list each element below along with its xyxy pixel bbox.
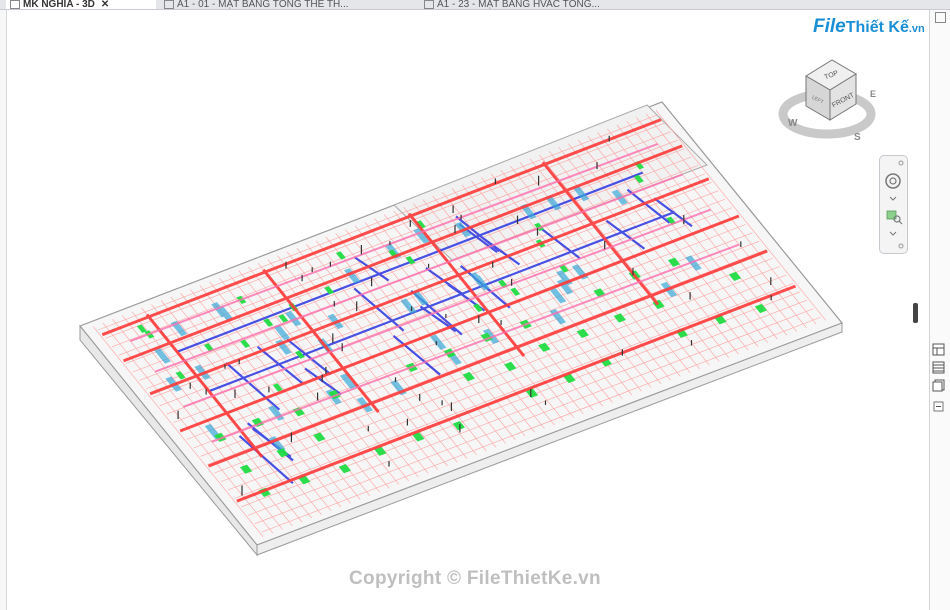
navigation-bar <box>879 155 908 254</box>
tab-label: A1 - 01 - MẶT BẰNG TỔNG THỂ TH... <box>177 0 349 9</box>
right-side-panel <box>929 10 950 610</box>
navbar-handle-icon <box>898 243 904 249</box>
view-tab-bar: MK NGHIA - 3D ✕ A1 - 01 - MẶT BẰNG TỔNG T… <box>0 0 950 10</box>
viewcube[interactable]: TOP FRONT LEFT W S E <box>772 52 887 147</box>
sheet-icon <box>164 0 174 9</box>
chevron-down-icon[interactable] <box>889 196 897 201</box>
3d-view-icon <box>10 0 20 9</box>
collapse-icon[interactable] <box>932 400 945 413</box>
chevron-down-icon[interactable] <box>889 231 897 236</box>
close-icon[interactable]: ✕ <box>101 0 109 9</box>
steering-wheel-icon[interactable] <box>885 173 901 189</box>
panel-toggle-icon[interactable] <box>935 12 946 23</box>
vertical-scroll-thumb[interactable] <box>913 303 918 323</box>
compass-e-label: E <box>870 89 876 99</box>
schedule-icon[interactable] <box>932 361 945 374</box>
tab-sheet-a1-01[interactable]: A1 - 01 - MẶT BẰNG TỔNG THỂ TH... <box>160 0 415 9</box>
tab-label: A1 - 23 - MẶT BẰNG HVAC TỔNG... <box>437 0 600 9</box>
left-panel-edge <box>0 10 7 610</box>
navbar-handle-icon <box>898 160 904 166</box>
compass-w-label: W <box>788 118 798 129</box>
zoom-region-icon[interactable] <box>886 210 903 225</box>
watermark-logo: FileThiết Kế.vn <box>813 16 925 37</box>
copyright-watermark: Copyright © FileThietKe.vn <box>349 568 601 589</box>
sheet-icon <box>424 0 434 9</box>
properties-icon[interactable] <box>932 343 945 356</box>
compass-s-label: S <box>854 132 861 143</box>
tab-label: MK NGHIA - 3D <box>23 0 95 9</box>
sheets-icon[interactable] <box>932 379 945 392</box>
tab-3d-view[interactable]: MK NGHIA - 3D ✕ <box>6 0 156 9</box>
tab-sheet-a1-23[interactable]: A1 - 23 - MẶT BẰNG HVAC TỔNG... <box>420 0 675 9</box>
